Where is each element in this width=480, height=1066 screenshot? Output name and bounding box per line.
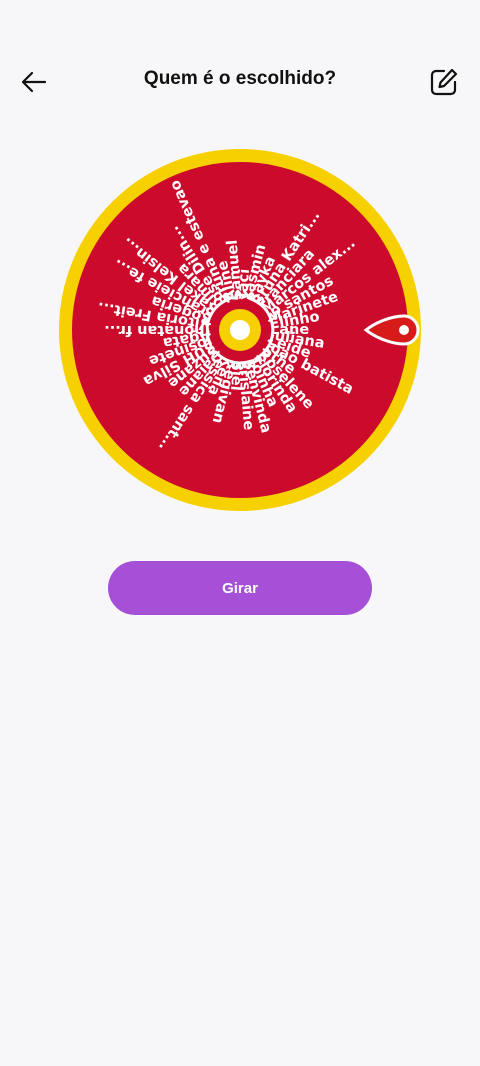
- spin-button[interactable]: Girar: [108, 561, 372, 615]
- wheel-hub-center: [230, 320, 250, 340]
- app-screen: Quem é o escolhido? Lane Juliana Leide Joao…: [0, 0, 480, 1066]
- prize-wheel[interactable]: Lane Juliana Leide Joao batista Sthe Roselene…: [0, 0, 480, 560]
- wheel-svg[interactable]: LaneJulianaLeideJoao batistaStheRoselene…: [0, 0, 480, 560]
